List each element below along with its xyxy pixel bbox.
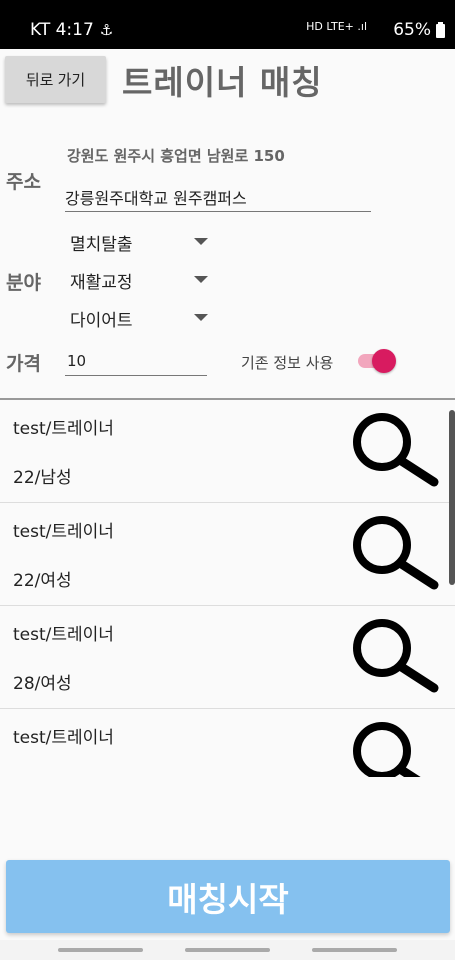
trainer-name: test/트레이너 — [13, 419, 114, 439]
use-existing-info-label: 기존 정보 사용 — [241, 354, 334, 372]
page-title: 트레이너 매칭 — [122, 63, 323, 102]
carrier-time: KT 4:17 — [30, 20, 94, 40]
start-matching-button[interactable]: 매칭시작 — [6, 860, 450, 933]
use-existing-info-switch[interactable] — [356, 349, 396, 373]
trainer-name: test/트레이너 — [13, 728, 114, 748]
trainer-row[interactable]: test/트레이너 — [0, 709, 455, 777]
trainer-info: 22/남성 — [13, 468, 72, 488]
address-label: 주소 — [6, 171, 41, 193]
search-icon[interactable] — [348, 616, 440, 694]
trainer-name: test/트레이너 — [13, 522, 114, 542]
anchor-icon: ⚓ — [99, 21, 114, 39]
search-icon[interactable] — [348, 410, 440, 488]
search-icon[interactable] — [348, 513, 440, 591]
nav-back-handle[interactable] — [312, 948, 397, 952]
address-text: 강원도 원주시 흥업면 남원로 150 — [67, 147, 285, 165]
search-icon[interactable] — [348, 719, 440, 777]
network-indicator: HD LTE+ .ıl — [306, 20, 367, 33]
switch-thumb — [372, 349, 396, 373]
navigation-bar — [0, 940, 455, 960]
field-select-2-value: 재활교정 — [70, 273, 133, 293]
trainer-info: 28/여성 — [13, 674, 72, 694]
field-select-1[interactable]: 멸치탈출 — [70, 230, 210, 258]
dropdown-arrow-icon — [194, 276, 208, 283]
trainer-row[interactable]: test/트레이너 22/여성 — [0, 503, 455, 606]
nav-home-handle[interactable] — [185, 948, 270, 952]
status-bar: KT 4:17 ⚓ HD LTE+ .ıl 65% — [0, 0, 455, 49]
list-scrollbar[interactable] — [449, 410, 455, 585]
trainer-info: 22/여성 — [13, 571, 72, 591]
price-input[interactable] — [65, 347, 207, 376]
back-button[interactable]: 뒤로 가기 — [5, 56, 106, 103]
field-select-2[interactable]: 재활교정 — [70, 268, 210, 296]
trainer-name: test/트레이너 — [13, 625, 114, 645]
battery-icon — [436, 22, 445, 38]
trainer-row[interactable]: test/트레이너 22/남성 — [0, 400, 455, 503]
dropdown-arrow-icon — [194, 238, 208, 245]
field-select-1-value: 멸치탈출 — [70, 235, 133, 255]
field-label: 분야 — [6, 272, 41, 294]
status-left: KT 4:17 ⚓ — [30, 20, 113, 40]
field-select-3[interactable]: 다이어트 — [70, 306, 210, 334]
dropdown-arrow-icon — [194, 314, 208, 321]
trainer-row[interactable]: test/트레이너 28/여성 — [0, 606, 455, 709]
address-input[interactable] — [65, 182, 371, 212]
trainer-list[interactable]: test/트레이너 22/남성 test/트레이너 22/여성 test/트레이… — [0, 400, 455, 777]
price-label: 가격 — [6, 353, 41, 375]
battery-level: 65% — [393, 20, 431, 40]
field-select-3-value: 다이어트 — [70, 311, 133, 331]
nav-recents-handle[interactable] — [58, 948, 143, 952]
